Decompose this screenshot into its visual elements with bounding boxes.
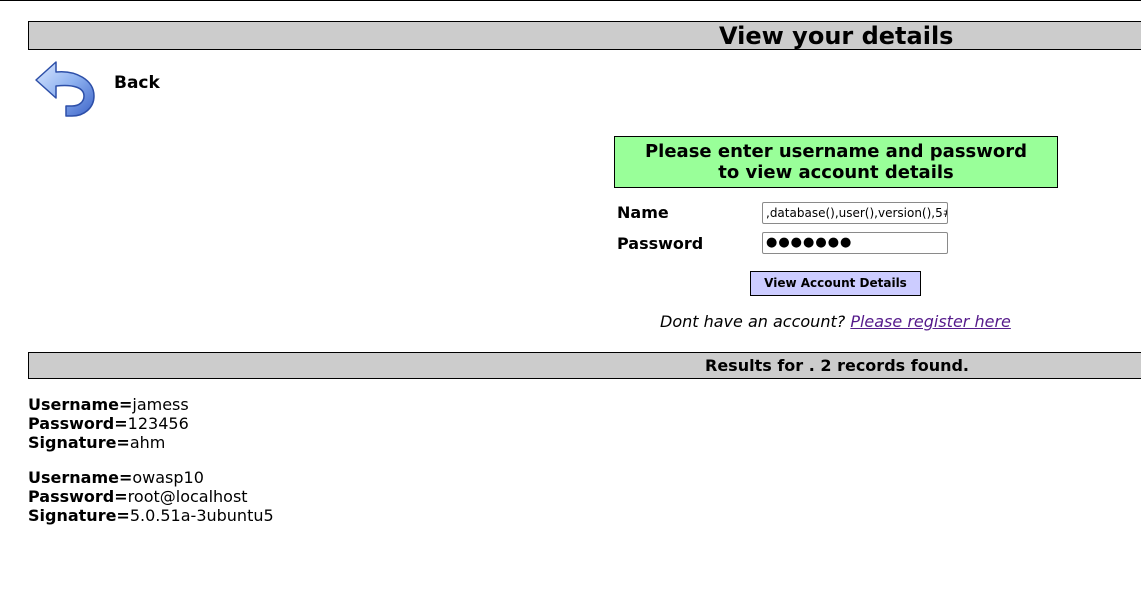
record-username-key: Username= — [28, 395, 133, 414]
results-summary: Results for . 2 records found. — [705, 356, 969, 375]
record-password-key: Password= — [28, 414, 128, 433]
register-link[interactable]: Please register here — [850, 312, 1011, 331]
back-label[interactable]: Back — [114, 73, 160, 93]
login-form-header: Please enter username and password to vi… — [614, 136, 1058, 188]
form-header-line-2: to view account details — [718, 162, 954, 183]
record-signature-key: Signature= — [28, 506, 130, 525]
record-signature-key: Signature= — [28, 433, 130, 452]
form-header-line-1: Please enter username and password — [644, 141, 1028, 162]
record-password-value: root@localhost — [127, 487, 248, 506]
page-title: View your details — [719, 22, 954, 50]
name-label: Name — [617, 203, 669, 222]
record-username-row: Username=jamess — [28, 395, 189, 414]
result-record: Username=jamess Password=123456 Signatur… — [28, 395, 189, 452]
password-input[interactable]: ●●●●●●● — [762, 232, 948, 254]
record-username-value: jamess — [132, 395, 189, 414]
record-signature-row: Signature=ahm — [28, 433, 189, 452]
password-label: Password — [617, 234, 704, 253]
record-password-value: 123456 — [127, 414, 189, 433]
name-input[interactable]: ,database(),user(),version(),5# — [762, 202, 948, 224]
record-username-key: Username= — [28, 468, 133, 487]
results-bar: Results for . 2 records found. — [28, 352, 1141, 379]
register-prompt-text: Dont have an account? — [660, 312, 846, 331]
register-prompt: Dont have an account? Please register he… — [660, 312, 1011, 331]
result-record: Username=owasp10 Password=root@localhost… — [28, 468, 274, 525]
back-arrow-icon — [35, 61, 95, 117]
record-password-row: Password=root@localhost — [28, 487, 274, 506]
record-signature-row: Signature=5.0.51a-3ubuntu5 — [28, 506, 274, 525]
record-username-row: Username=owasp10 — [28, 468, 274, 487]
back-button[interactable]: Back — [32, 58, 172, 118]
record-password-key: Password= — [28, 487, 128, 506]
record-password-row: Password=123456 — [28, 414, 189, 433]
record-signature-value: ahm — [129, 433, 166, 452]
record-username-value: owasp10 — [132, 468, 204, 487]
view-account-details-button[interactable]: View Account Details — [750, 271, 921, 296]
page-title-bar: View your details — [28, 21, 1141, 50]
top-rule — [0, 0, 1141, 1]
record-signature-value: 5.0.51a-3ubuntu5 — [129, 506, 274, 525]
